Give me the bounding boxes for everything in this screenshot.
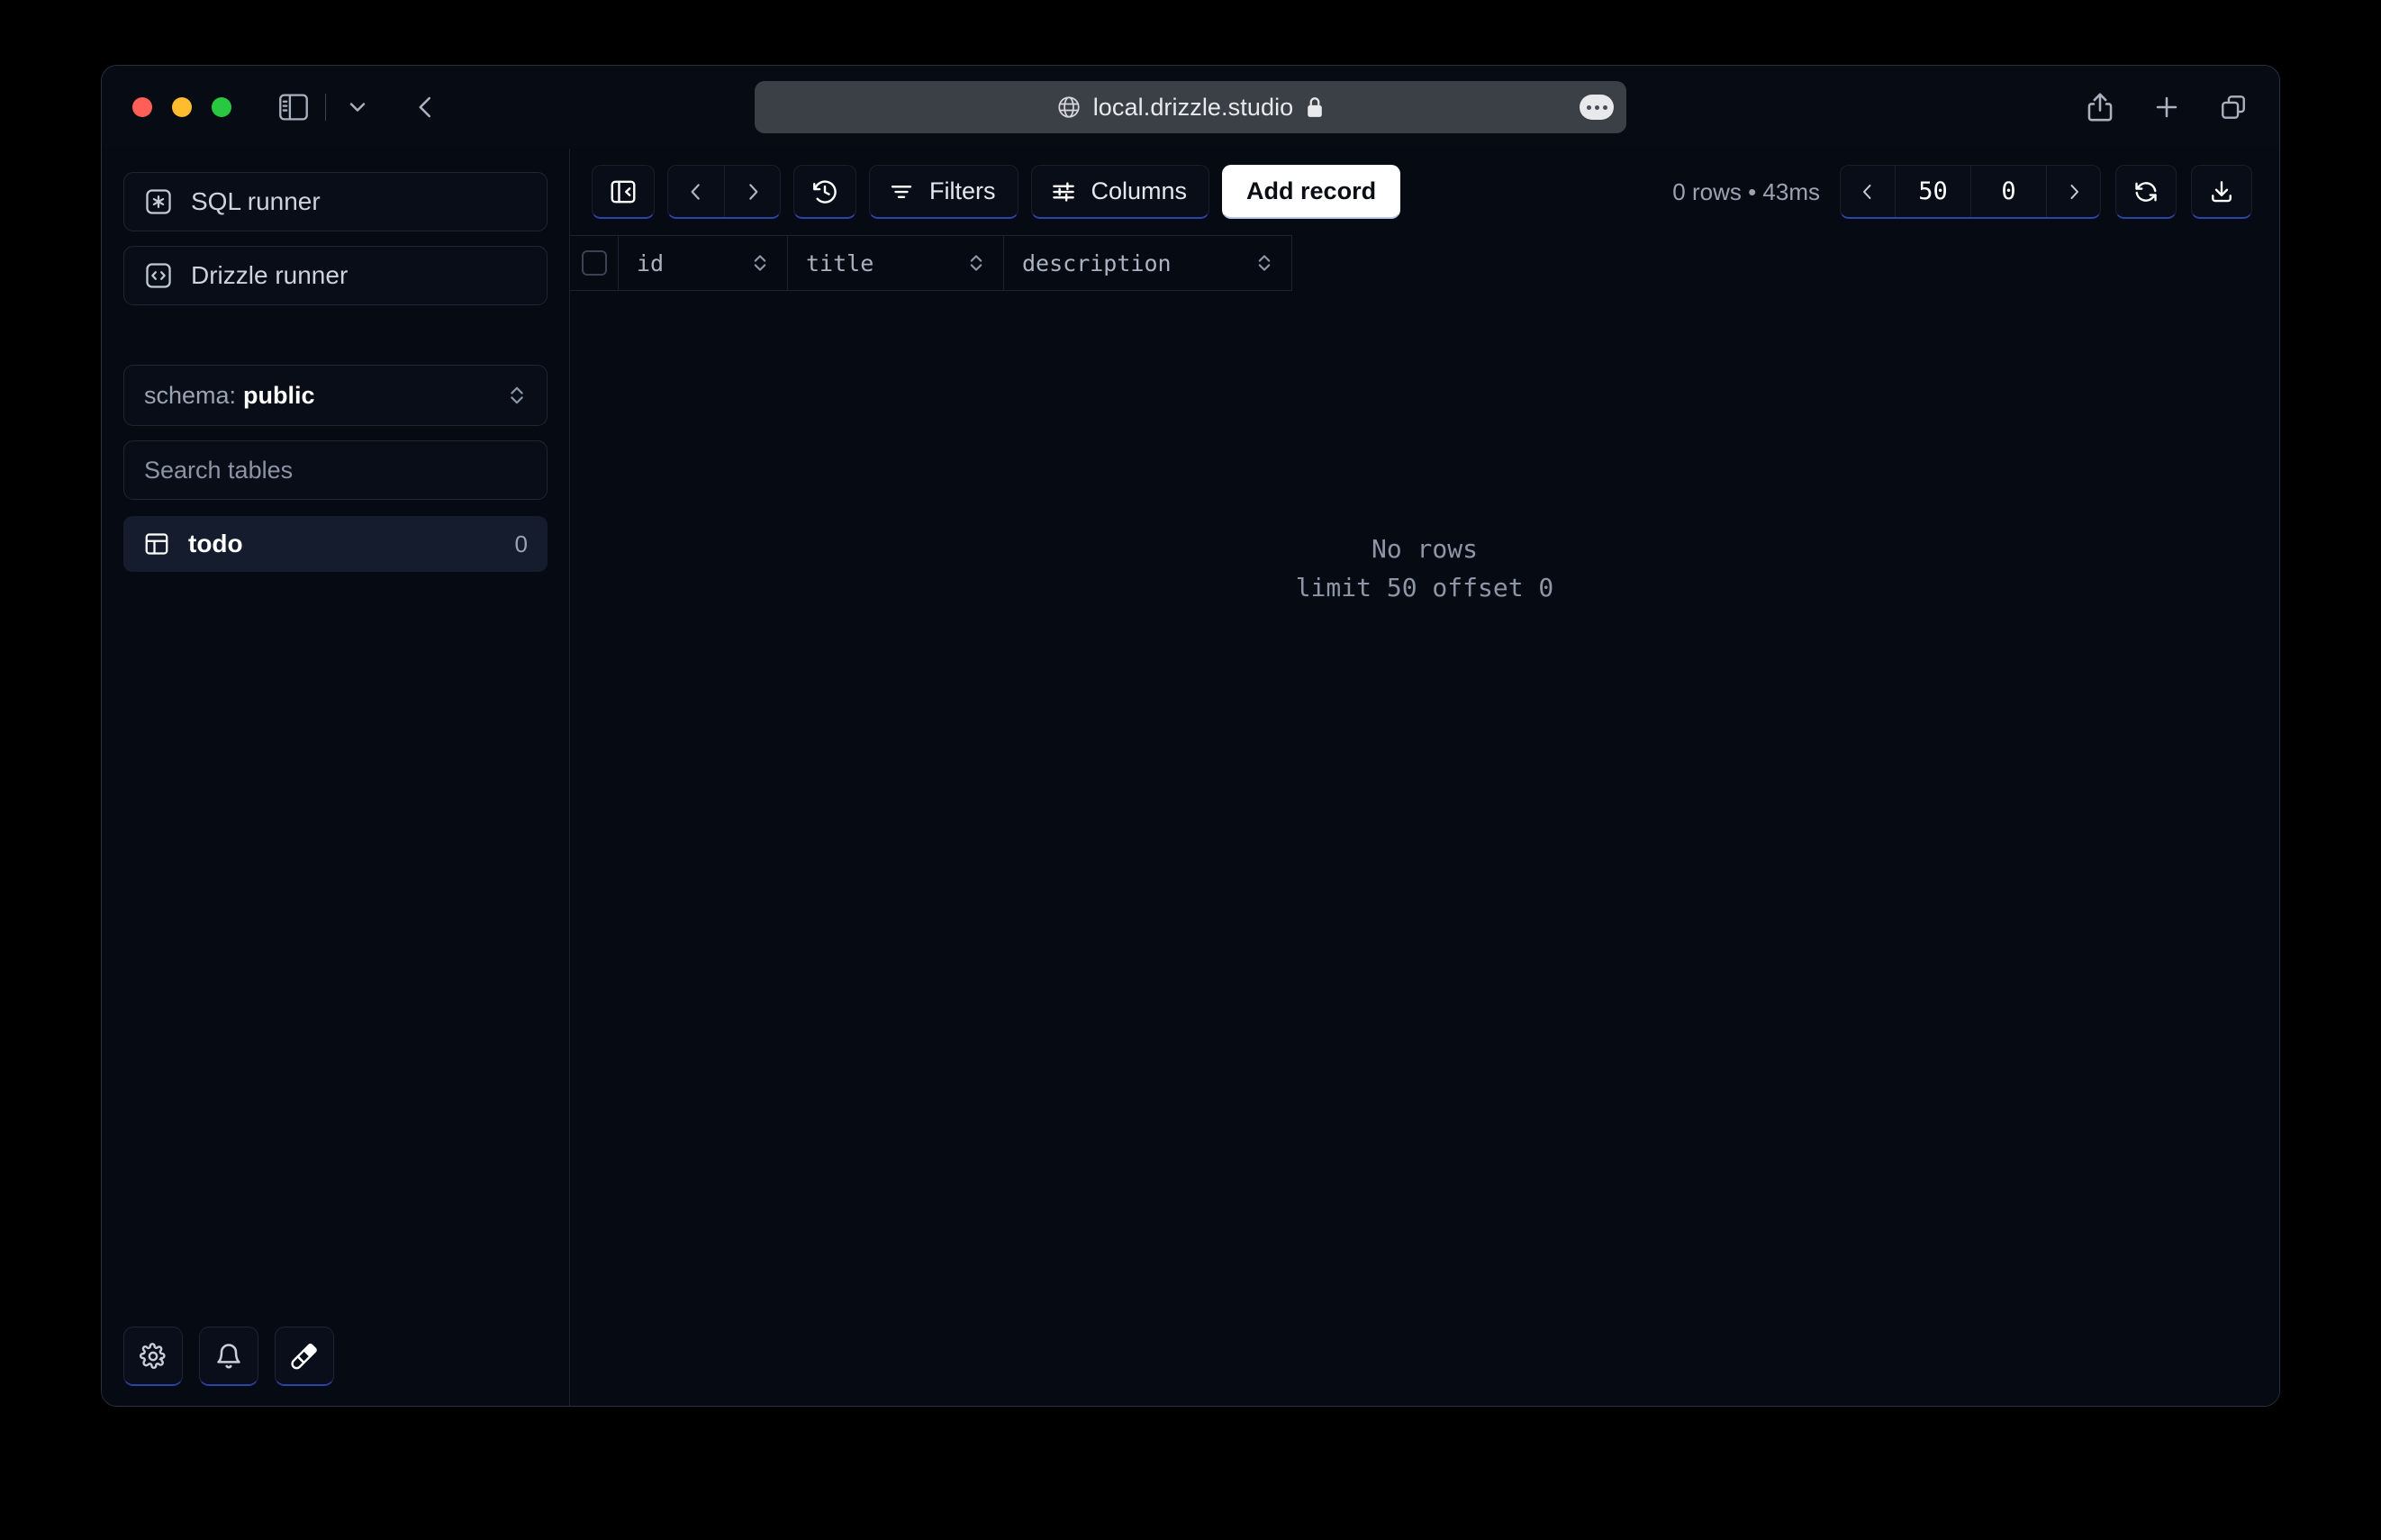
notifications-button[interactable] [199, 1327, 258, 1386]
share-icon[interactable] [2079, 86, 2121, 128]
main-panel: Filters Columns Add record 0 rows • 43ms… [570, 149, 2279, 1406]
lock-icon [1305, 95, 1325, 119]
bell-icon [214, 1342, 243, 1371]
sidebar-item-label: SQL runner [191, 187, 321, 215]
add-record-button[interactable]: Add record [1222, 165, 1401, 219]
history-forward-button[interactable] [724, 166, 780, 217]
search-placeholder: Search tables [144, 456, 294, 484]
schema-select[interactable]: schema: public [123, 365, 548, 426]
pagination-group: 50 0 [1840, 165, 2101, 219]
address-bar[interactable]: local.drizzle.studio [755, 81, 1626, 133]
pagination-prev-button[interactable] [1841, 166, 1895, 217]
pagination-next-button[interactable] [2046, 166, 2100, 217]
globe-icon [1056, 95, 1082, 120]
search-tables-input[interactable]: Search tables [123, 440, 548, 500]
sidebar: SQL runner Drizzle runner schema: public… [102, 149, 570, 1406]
add-record-label: Add record [1246, 177, 1377, 204]
toolbar-right-group: 0 rows • 43ms 50 0 [1672, 165, 2252, 219]
browser-right-tools [2079, 86, 2254, 128]
sliders-icon [1050, 178, 1077, 205]
pagination-limit[interactable]: 50 [1895, 166, 1970, 217]
sidebar-table-count: 0 [514, 530, 528, 557]
copy-icon[interactable] [2213, 86, 2254, 128]
app-body: SQL runner Drizzle runner schema: public… [102, 149, 2279, 1406]
sidebar-item-label: Drizzle runner [191, 261, 349, 289]
refresh-button[interactable] [2115, 165, 2177, 219]
code-box-icon [144, 261, 173, 290]
columns-label: Columns [1091, 177, 1188, 204]
sidebar-table-todo[interactable]: todo 0 [123, 516, 548, 572]
screenshot-root: local.drizzle.studio SQL runner Drizzle … [0, 0, 2381, 1540]
sidebar-item-sql-runner[interactable]: SQL runner [123, 172, 548, 231]
history-clock-icon [810, 177, 839, 206]
theme-button[interactable] [275, 1327, 334, 1386]
maximize-window-button[interactable] [212, 97, 231, 117]
sidebar-footer [123, 1327, 548, 1386]
data-table: id title description No rows limit 50 of… [570, 235, 2279, 1406]
empty-state-line2: limit 50 offset 0 [1295, 573, 1554, 602]
browser-window: local.drizzle.studio SQL runner Drizzle … [101, 65, 2280, 1407]
query-history-button[interactable] [793, 165, 856, 219]
browser-left-tools [273, 86, 447, 128]
sidebar-table-label: todo [188, 530, 243, 557]
empty-state-line1: No rows [1371, 533, 1478, 564]
filter-icon [888, 178, 915, 205]
columns-button[interactable]: Columns [1030, 165, 1210, 219]
gear-icon [139, 1342, 167, 1371]
table-toolbar: Filters Columns Add record 0 rows • 43ms… [570, 149, 2279, 235]
paintbrush-icon [290, 1342, 319, 1371]
address-more-button[interactable] [1580, 95, 1614, 120]
table-icon [143, 530, 170, 557]
collapse-panel-button[interactable] [592, 165, 655, 219]
close-window-button[interactable] [132, 97, 152, 117]
sidebar-options-button[interactable] [337, 86, 378, 128]
toolbar-divider [325, 94, 326, 121]
rows-info: 0 rows • 43ms [1672, 177, 1820, 205]
history-back-button[interactable] [668, 166, 724, 217]
empty-state: No rows limit 50 offset 0 [570, 235, 2279, 1406]
history-nav-group [667, 165, 781, 219]
plus-icon[interactable] [2146, 86, 2187, 128]
panel-collapse-icon [609, 177, 638, 206]
refresh-icon [2132, 178, 2159, 205]
pagination-offset[interactable]: 0 [1970, 166, 2046, 217]
filters-button[interactable]: Filters [869, 165, 1018, 219]
sidebar-item-drizzle-runner[interactable]: Drizzle runner [123, 246, 548, 305]
chevron-updown-icon [507, 382, 527, 409]
settings-button[interactable] [123, 1327, 183, 1386]
browser-toolbar: local.drizzle.studio [102, 66, 2279, 149]
schema-value: public [243, 381, 315, 409]
filters-label: Filters [929, 177, 996, 204]
browser-back-button[interactable] [405, 86, 447, 128]
asterisk-box-icon [144, 187, 173, 216]
window-controls [132, 97, 231, 117]
download-icon [2208, 178, 2235, 205]
download-button[interactable] [2191, 165, 2252, 219]
sidebar-toggle-button[interactable] [273, 86, 314, 128]
schema-label: schema: [144, 381, 237, 409]
address-url: local.drizzle.studio [1092, 93, 1294, 121]
minimize-window-button[interactable] [172, 97, 192, 117]
